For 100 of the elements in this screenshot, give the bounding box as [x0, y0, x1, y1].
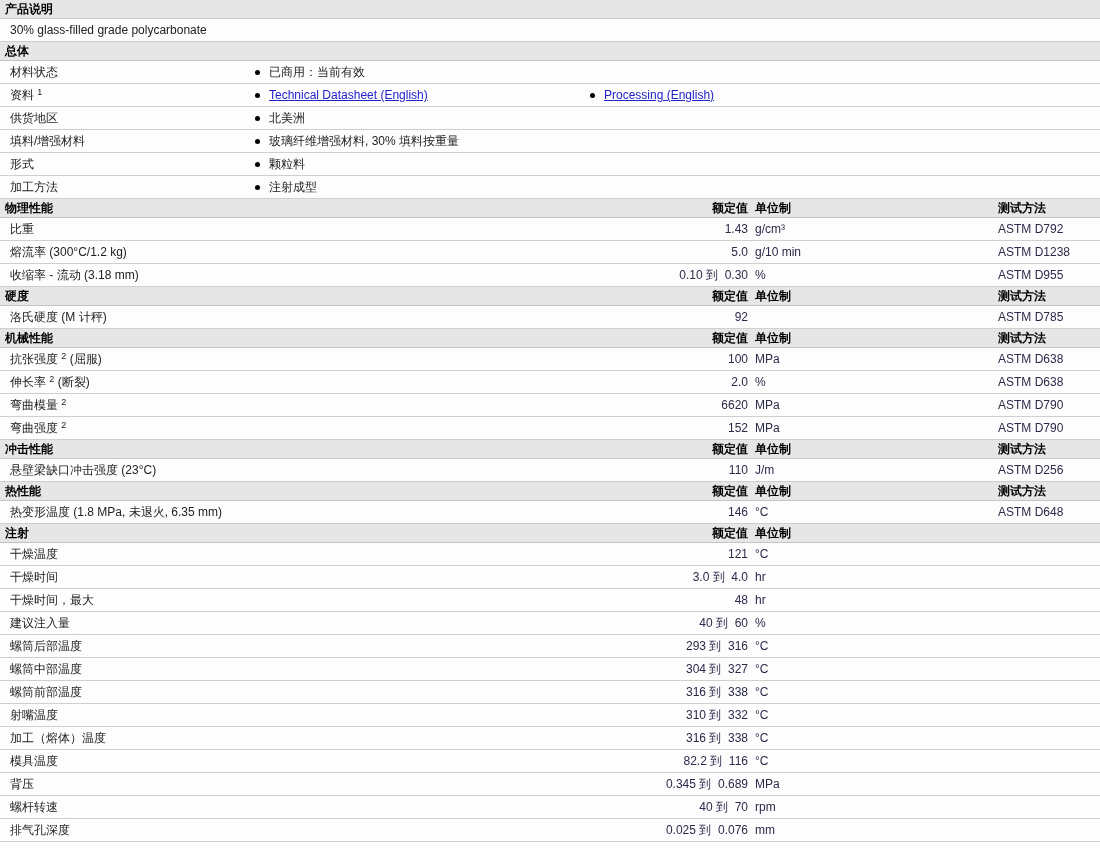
- property-unit: °C: [755, 505, 769, 519]
- test-method: ASTM D955: [998, 267, 1064, 284]
- property-value: 152: [726, 420, 748, 437]
- property-value: 92: [733, 309, 748, 326]
- property-name: 弯曲强度 $^{2}$: [9, 419, 68, 437]
- property-unit: °C: [755, 754, 769, 768]
- property-name: 干燥时间: [9, 569, 59, 586]
- property-unit: %: [755, 268, 766, 282]
- datasheet-link[interactable]: Processing (English): [604, 86, 715, 104]
- bullet-icon: [255, 161, 260, 167]
- description-text: 30% glass-filled grade polycarbonate: [9, 22, 207, 39]
- property-unit: MPa: [755, 777, 780, 791]
- column-header: 额定值: [711, 330, 748, 347]
- row-label: 形式: [9, 156, 35, 173]
- property-unit: °C: [755, 685, 769, 699]
- property-unit: %: [755, 616, 766, 630]
- property-name: 螺筒后部温度: [9, 638, 83, 655]
- test-method: ASTM D638: [998, 374, 1064, 391]
- test-method: ASTM D1238: [998, 244, 1071, 261]
- property-value: 0.025 到 0.076: [664, 822, 748, 839]
- bullet-icon: [255, 184, 260, 190]
- test-method: ASTM D638: [998, 351, 1064, 368]
- property-value: 1.43: [723, 221, 748, 238]
- row-label: 加工方法: [9, 179, 59, 196]
- property-name: 收缩率 - 流动 (3.18 mm): [9, 267, 140, 284]
- row-label: 供货地区: [9, 110, 59, 127]
- test-method: ASTM D792: [998, 221, 1064, 238]
- property-value: 3.0 到 4.0: [691, 569, 748, 586]
- column-header: 测试方法: [998, 483, 1046, 500]
- property-name: 悬壁梁缺口冲击强度 (23°C): [9, 462, 158, 479]
- bullet-icon: [255, 92, 260, 98]
- property-value: 2.0: [730, 374, 748, 391]
- column-header: 测试方法: [998, 288, 1046, 305]
- property-name: 建议注入量: [9, 615, 71, 632]
- property-name: 螺杆转速: [9, 799, 59, 816]
- property-value: 310 到 332: [684, 707, 748, 724]
- section-title: 产品说明: [4, 1, 54, 18]
- test-method: ASTM D790: [998, 420, 1064, 437]
- property-name: 干燥温度: [9, 546, 59, 563]
- property-name: 熔流率 (300°C/1.2 kg): [9, 244, 128, 261]
- property-name: 排气孔深度: [9, 822, 71, 839]
- bullet-icon: [255, 138, 260, 144]
- property-unit: °C: [755, 547, 769, 561]
- test-method: ASTM D785: [998, 309, 1064, 326]
- property-name: 加工（熔体）温度: [9, 730, 107, 747]
- column-header: 测试方法: [998, 200, 1046, 217]
- property-name: 干燥时间，最大: [9, 592, 95, 609]
- column-header: 测试方法: [998, 330, 1046, 347]
- property-unit: MPa: [755, 421, 780, 435]
- section-title: 热性能: [4, 483, 42, 500]
- column-header: 单位制: [754, 483, 792, 500]
- section-title: 物理性能: [4, 200, 54, 217]
- column-header: 额定值: [711, 200, 748, 217]
- row-value: 注射成型: [269, 179, 317, 196]
- property-unit: hr: [755, 570, 766, 584]
- property-name: 抗张强度 $^{2}$ (屈服): [9, 350, 103, 368]
- section-title: 冲击性能: [4, 441, 54, 458]
- row-value: 玻璃纤维增强材料, 30% 填料按重量: [269, 133, 460, 150]
- datasheet-link[interactable]: Technical Datasheet (English): [269, 86, 428, 104]
- test-method: ASTM D256: [998, 462, 1064, 479]
- property-value: 0.345 到 0.689: [664, 776, 748, 793]
- property-value: 304 到 327: [684, 661, 748, 678]
- column-header: 单位制: [754, 288, 792, 305]
- property-unit: °C: [755, 708, 769, 722]
- row-label: 材料状态: [9, 64, 59, 81]
- bullet-icon: [255, 69, 260, 75]
- property-value: 40 到 70: [698, 799, 748, 816]
- property-value: 110: [727, 462, 748, 479]
- property-name: 模具温度: [9, 753, 59, 770]
- property-unit: °C: [755, 662, 769, 676]
- row-value: 颗粒料: [269, 156, 305, 173]
- row-value: 已商用：当前有效: [269, 64, 365, 81]
- property-unit: g/cm³: [755, 222, 785, 236]
- row-value: 北美洲: [269, 110, 305, 127]
- column-header: 单位制: [754, 441, 792, 458]
- property-value: 40 到 60: [698, 615, 748, 632]
- column-header: 额定值: [711, 483, 748, 500]
- property-name: 弯曲模量 $^{2}$: [9, 396, 68, 414]
- row-label: 资料 $^{1}$: [9, 86, 44, 104]
- property-name: 伸长率 $^{2}$ (断裂): [9, 373, 91, 391]
- test-method: ASTM D648: [998, 504, 1064, 521]
- property-name: 射嘴温度: [9, 707, 59, 724]
- column-header: 额定值: [711, 441, 748, 458]
- column-header: 额定值: [711, 288, 748, 305]
- bullet-icon: [255, 115, 260, 121]
- bullet-icon: [590, 92, 595, 98]
- property-value: 48: [733, 592, 748, 609]
- property-unit: hr: [755, 593, 766, 607]
- property-unit: °C: [755, 639, 769, 653]
- column-header: 额定值: [711, 525, 748, 542]
- column-header: 单位制: [754, 330, 792, 347]
- column-header: 测试方法: [998, 441, 1046, 458]
- property-name: 洛氏硬度 (M 计秤): [9, 309, 108, 326]
- property-unit: rpm: [755, 800, 776, 814]
- property-unit: J/m: [755, 463, 775, 477]
- property-name: 螺筒中部温度: [9, 661, 83, 678]
- property-value: 100: [726, 351, 748, 368]
- property-unit: MPa: [755, 398, 780, 412]
- section-title: 总体: [3, 43, 30, 60]
- column-header: 单位制: [754, 200, 792, 217]
